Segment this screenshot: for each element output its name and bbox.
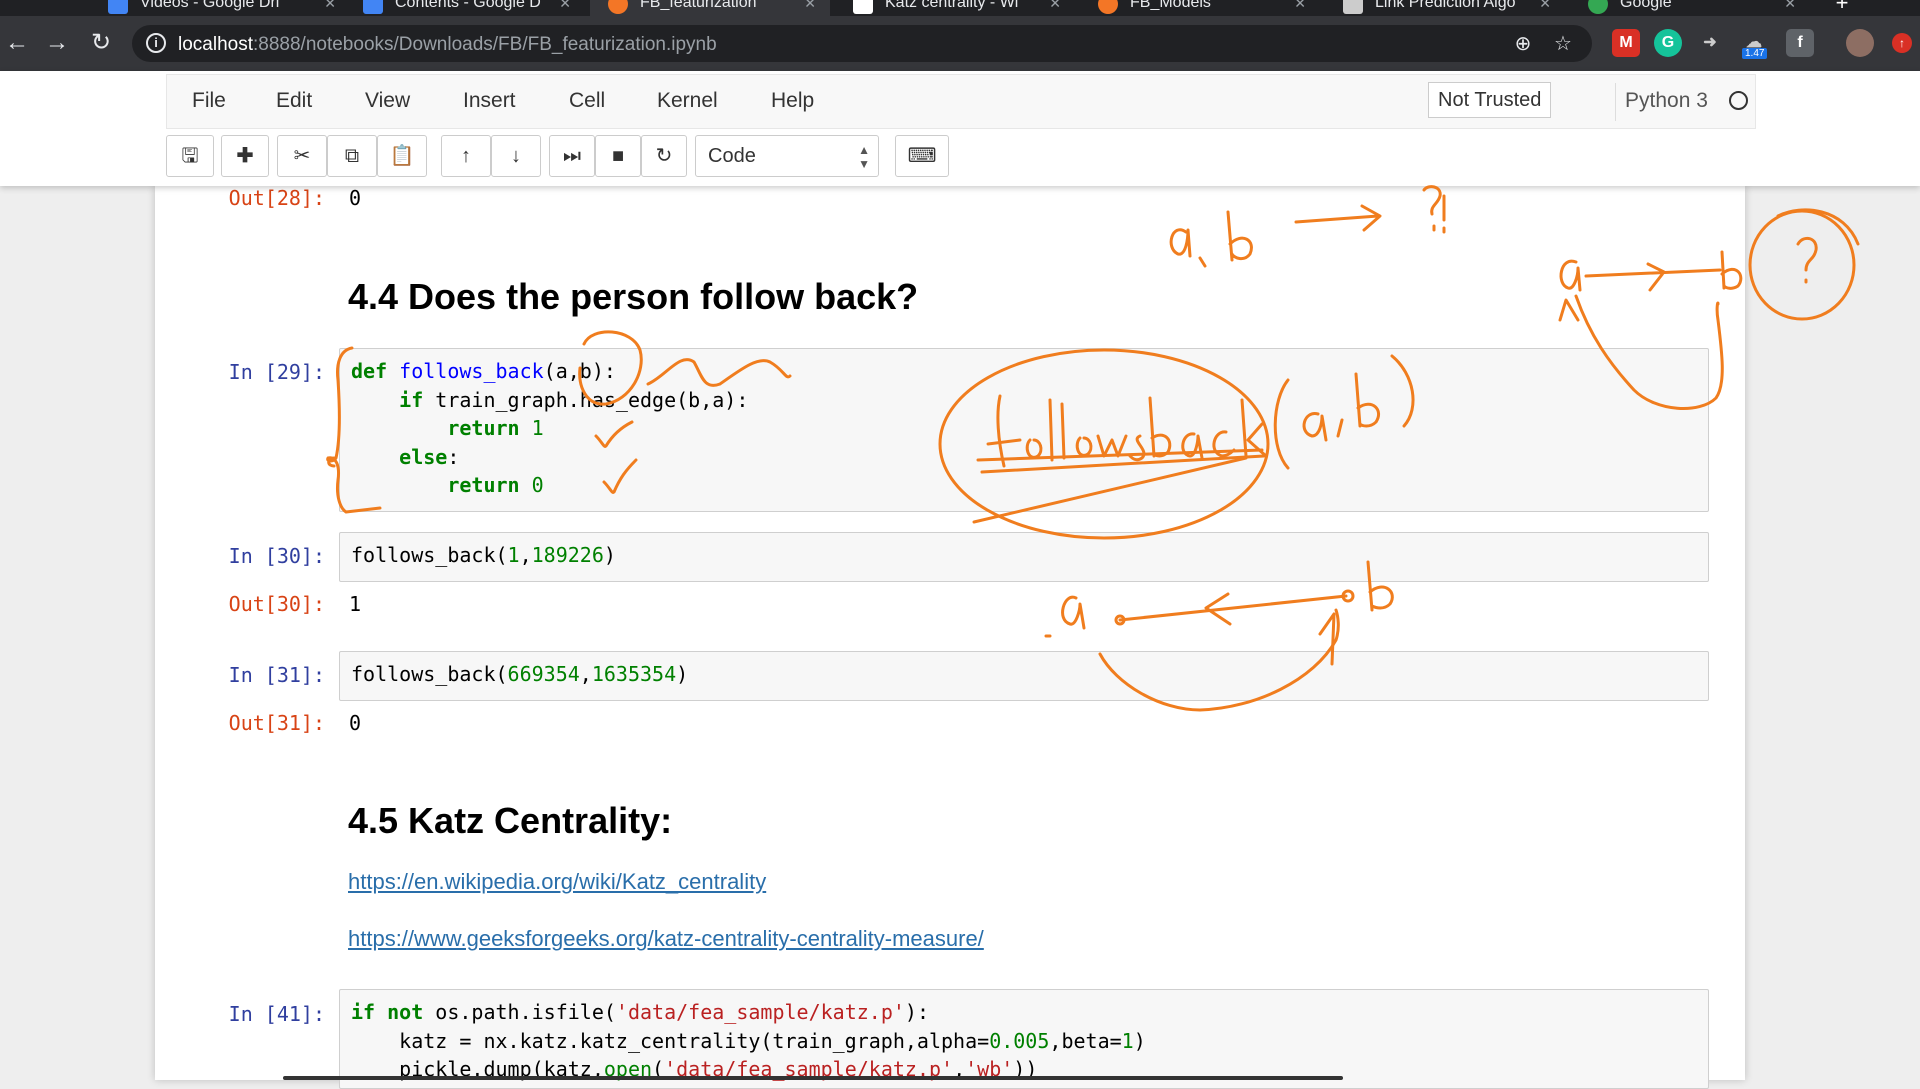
code-text[interactable]: follows_back(1,189226) (340, 533, 1708, 570)
tab-fb-featurization[interactable]: FB_featurization ✕ (590, 0, 830, 16)
tab-label: FB_Models (1130, 0, 1211, 11)
input-prompt: In [31]: (228, 663, 325, 687)
tab-label: Katz centrality - Wi (885, 0, 1019, 11)
document-icon (1343, 0, 1363, 14)
insert-cell-button[interactable]: ✚ (221, 135, 269, 177)
zoom-icon[interactable]: ⊕ (1510, 31, 1536, 57)
restart-button[interactable]: ↻ (641, 135, 687, 177)
tab-contents[interactable]: Contents - Google D ✕ (345, 0, 585, 16)
copy-button[interactable]: ⧉ (327, 135, 377, 177)
input-prompt: In [30]: (228, 544, 325, 568)
tab-label: Contents - Google D (395, 0, 541, 11)
code-cell[interactable]: def follows_back(a,b): if train_graph.ha… (339, 348, 1709, 512)
close-icon[interactable]: ✕ (324, 0, 336, 16)
bookmark-star-icon[interactable]: ☆ (1550, 31, 1576, 57)
google-drive-icon (108, 0, 128, 14)
code-cell[interactable]: follows_back(669354,1635354) (339, 651, 1709, 701)
kernel-name: Python 3 (1625, 89, 1708, 112)
extension-badge: 1.47 (1742, 48, 1768, 59)
horizontal-scrollbar[interactable] (283, 1076, 1343, 1080)
update-icon[interactable]: ↑ (1892, 33, 1912, 53)
tab-label: Google (1620, 0, 1672, 11)
forward-button[interactable]: → (42, 28, 72, 58)
url-host: localhost (178, 34, 253, 55)
output-value: 0 (349, 711, 362, 735)
tab-videos[interactable]: Videos - Google Dri ✕ (90, 0, 350, 16)
tab-label: Link Prediction Algo (1375, 0, 1516, 11)
move-up-button[interactable]: ↑ (441, 135, 491, 177)
tab-google[interactable]: Google ✕ (1570, 0, 1810, 16)
reload-button[interactable]: ↻ (86, 28, 116, 58)
input-prompt: In [29]: (228, 360, 325, 384)
menu-kernel[interactable]: Kernel (657, 89, 718, 113)
avatar[interactable] (1846, 29, 1874, 57)
code-cell[interactable]: if not os.path.isfile('data/fea_sample/k… (339, 989, 1709, 1089)
code-cell[interactable]: follows_back(1,189226) (339, 532, 1709, 582)
output-prompt: Out[28]: (228, 186, 325, 210)
geeksforgeeks-katz-link[interactable]: https://www.geeksforgeeks.org/katz-centr… (348, 926, 984, 952)
google-docs-icon (363, 0, 383, 14)
trusted-indicator[interactable]: Not Trusted (1428, 82, 1552, 118)
close-icon[interactable]: ✕ (1049, 0, 1061, 16)
arrow-extension-icon[interactable]: ➜ (1696, 29, 1724, 57)
run-button[interactable]: ⏭ (549, 135, 595, 177)
keyboard-shortcuts-button[interactable]: ⌨ (895, 135, 949, 177)
url-path: :8888/notebooks/Downloads/FB/FB_featuriz… (253, 34, 717, 55)
close-icon[interactable]: ✕ (559, 0, 571, 16)
cut-button[interactable]: ✂ (277, 135, 327, 177)
url-text[interactable]: localhost:8888/notebooks/Downloads/FB/FB… (178, 34, 717, 56)
menu-help[interactable]: Help (771, 89, 814, 113)
section-heading: 4.4 Does the person follow back? (348, 276, 919, 317)
jupyter-header: File Edit View Insert Cell Kernel Help N… (0, 71, 1920, 186)
output-value: 1 (349, 592, 362, 616)
save-button[interactable]: 🖫 (166, 135, 214, 177)
cell-type-value: Code (708, 145, 756, 167)
menu-file[interactable]: File (192, 89, 226, 113)
close-icon[interactable]: ✕ (1784, 0, 1796, 16)
notebook-container: Out[28]: 0 4.4 Does the person follow ba… (155, 186, 1745, 1089)
new-tab-button[interactable]: + (1820, 0, 1864, 16)
tab-label: Videos - Google Dri (140, 0, 280, 11)
move-down-button[interactable]: ↓ (491, 135, 541, 177)
select-arrows-icon: ▲ ▼ (858, 143, 870, 171)
output-prompt: Out[31]: (228, 711, 325, 735)
back-button[interactable]: ← (2, 28, 32, 58)
tab-link-prediction[interactable]: Link Prediction Algo ✕ (1325, 0, 1565, 16)
output-prompt: Out[30]: (228, 592, 325, 616)
menu-cell[interactable]: Cell (569, 89, 605, 113)
facebook-icon[interactable]: f (1786, 29, 1814, 57)
close-icon[interactable]: ✕ (804, 0, 816, 16)
output-value: 0 (349, 186, 362, 210)
menu-insert[interactable]: Insert (463, 89, 516, 113)
section-heading: 4.5 Katz Centrality: (348, 800, 673, 841)
browser-tab-strip: Videos - Google Dri ✕ Contents - Google … (0, 0, 1920, 16)
google-icon (1588, 0, 1608, 14)
code-text[interactable]: follows_back(669354,1635354) (340, 652, 1708, 689)
wikipedia-katz-link[interactable]: https://en.wikipedia.org/wiki/Katz_centr… (348, 869, 766, 895)
divider (1615, 83, 1616, 121)
tab-fb-models[interactable]: FB_Models ✕ (1080, 0, 1320, 16)
paste-button[interactable]: 📋 (377, 135, 427, 177)
kernel-idle-icon (1729, 91, 1748, 110)
info-icon[interactable]: i (146, 33, 166, 53)
address-bar[interactable]: i localhost:8888/notebooks/Downloads/FB/… (132, 25, 1592, 62)
jupyter-icon (1098, 0, 1118, 14)
tab-label: FB_featurization (640, 0, 757, 11)
menu-bar: File Edit View Insert Cell Kernel Help N… (166, 74, 1756, 129)
menu-view[interactable]: View (365, 89, 410, 113)
gmail-icon[interactable]: M (1612, 29, 1640, 57)
browser-toolbar: ← → ↻ i localhost:8888/notebooks/Downloa… (0, 16, 1920, 71)
cell-type-select[interactable]: Code ▲ ▼ (695, 135, 879, 177)
close-icon[interactable]: ✕ (1539, 0, 1551, 16)
close-icon[interactable]: ✕ (1294, 0, 1306, 16)
jupyter-icon (608, 0, 628, 14)
wikipedia-icon (853, 0, 873, 14)
grammarly-icon[interactable]: G (1654, 29, 1682, 57)
tab-katz-centrality[interactable]: Katz centrality - Wi ✕ (835, 0, 1075, 16)
interrupt-button[interactable]: ■ (595, 135, 641, 177)
code-text[interactable]: def follows_back(a,b): if train_graph.ha… (340, 349, 1708, 500)
code-text[interactable]: if not os.path.isfile('data/fea_sample/k… (340, 990, 1708, 1084)
menu-edit[interactable]: Edit (276, 89, 312, 113)
input-prompt: In [41]: (228, 1002, 325, 1026)
